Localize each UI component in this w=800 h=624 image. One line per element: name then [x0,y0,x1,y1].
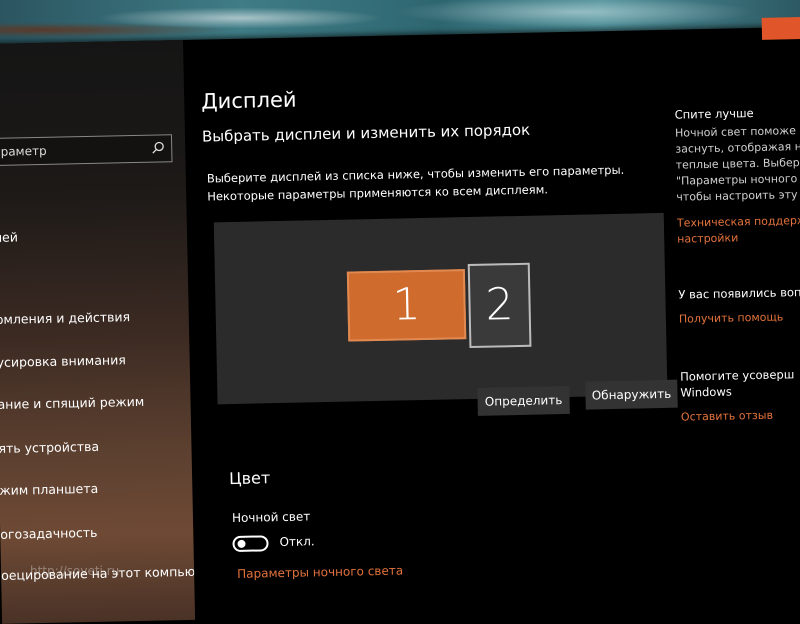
section-title: Выбрать дисплеи и изменить их порядок [201,120,531,146]
related-panel: Спите лучше Ночной свет поможе заснуть, … [673,26,800,609]
sidebar-item-multitasking[interactable]: огозадачность [0,525,97,542]
tech-support-link[interactable]: Техническая поддерж [677,213,800,232]
section-description: Выберите дисплей из списка ниже, чтобы и… [206,162,625,204]
sidebar-item-tablet-mode[interactable]: жим планшета [0,481,98,498]
night-light-toggle[interactable] [232,535,269,553]
search-box[interactable] [0,134,173,167]
get-help-link[interactable]: Получить помощь [679,309,784,327]
questions-heading: У вас появились вопр [678,284,800,302]
sidebar-item-power-sleep[interactable]: ание и спящий режим [0,394,144,412]
settings-link[interactable]: настройки [677,230,738,247]
sidebar-item-display[interactable]: лей [0,229,18,244]
search-icon[interactable] [151,140,165,154]
night-light-settings-link[interactable]: Параметры ночного света [237,563,403,580]
page-title: Дисплей [201,87,297,114]
feedback-link[interactable]: Оставить отзыв [681,408,773,426]
sleep-better-heading: Спите лучше [674,106,754,122]
monitor-1[interactable]: 1 [346,269,467,342]
night-light-state: Откл. [279,534,315,550]
settings-window: я лей омления и действия усировка вниман… [0,16,800,624]
toggle-knob [237,539,246,548]
sidebar-item-notifications[interactable]: омления и действия [0,309,130,327]
display-arrangement-area[interactable]: 1 2 [213,212,668,405]
watermark: http://soveti.ru [30,564,120,578]
sleep-text-line: чтобы настроить эту ( [676,187,800,204]
search-input[interactable] [0,138,146,162]
sidebar-item-focus-assist[interactable]: усировка внимания [0,352,126,370]
night-light-label: Ночной свет [231,509,311,526]
color-section-title: Цвет [228,468,271,489]
improve-windows-heading-line2: Windows [680,384,732,400]
sidebar-item-storage[interactable]: ять устройства [0,439,99,456]
identify-button[interactable]: Определить [477,385,570,416]
improve-windows-heading: Помогите усоверш [679,367,795,384]
sidebar: я лей омления и действия усировка вниман… [0,39,196,624]
detect-button[interactable]: Обнаружить [585,379,678,410]
main-content: Дисплей Выбрать дисплеи и изменить их по… [200,30,678,619]
monitor-2[interactable]: 2 [467,262,532,349]
